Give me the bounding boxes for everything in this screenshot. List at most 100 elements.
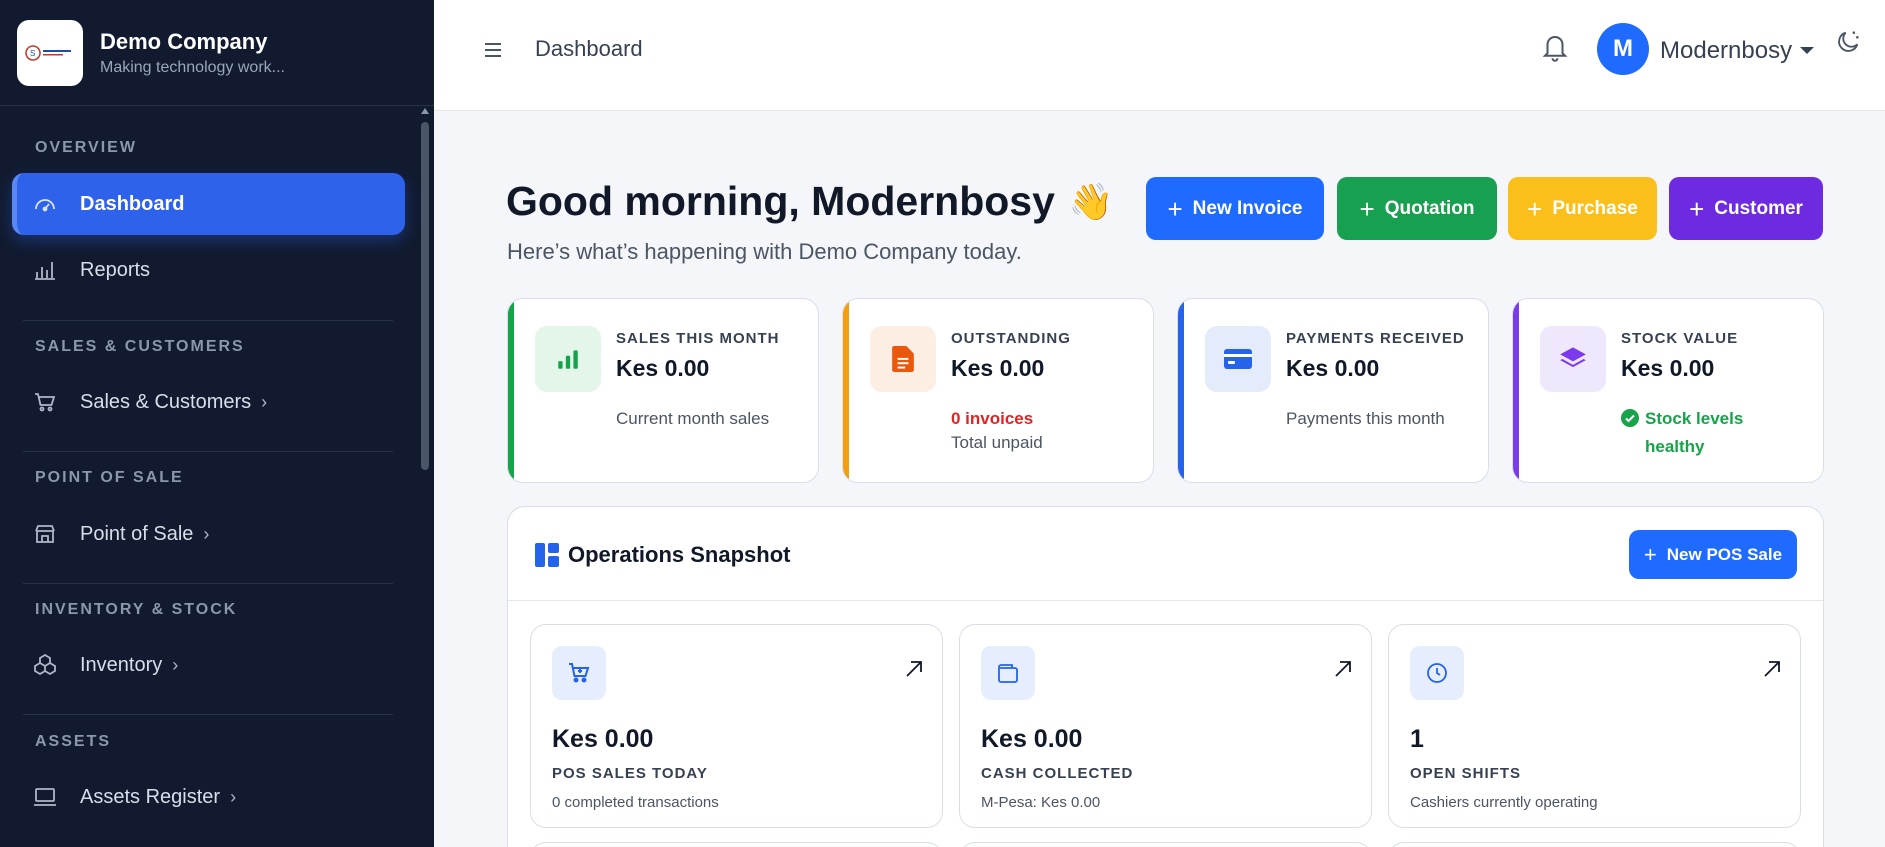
ops-value: Kes 0.00 [552,725,654,753]
clock-icon [1410,646,1464,700]
ops-subtext: 0 completed transactions [552,794,719,811]
new-invoice-button[interactable]: + New Invoice [1146,177,1324,240]
page-title: Dashboard [535,36,643,61]
scroll-up-arrow[interactable] [421,108,429,114]
chevron-right-icon: › [261,391,268,412]
stat-subtext: Current month sales [616,409,770,428]
accent-bar [1178,299,1184,482]
top-header: Dashboard M Modernbosy [434,0,1885,111]
ops-card-partial [530,842,943,847]
stat-label: SALES THIS MONTH [616,330,780,347]
sidebar-item-point-of-sale[interactable]: Point of Sale › [12,503,405,565]
username[interactable]: Modernbosy [1660,37,1792,65]
ops-card-open-shifts[interactable]: 1 OPEN SHIFTS Cashiers currently operati… [1388,624,1801,828]
company-name: Demo Company [100,28,268,54]
nav-divider [23,583,393,584]
shop-icon [32,521,58,547]
ops-value: 1 [1410,725,1424,753]
greeting: Good morning, Modernbosy 👋 [506,178,1114,225]
bar-chart-icon [32,257,58,283]
ops-label: POS SALES TODAY [552,765,708,782]
wave-icon: 👋 [1068,180,1114,222]
cart-icon [32,389,58,415]
arrow-up-right-icon[interactable] [904,659,924,684]
chevron-right-icon: › [172,654,179,675]
ops-label: OPEN SHIFTS [1410,765,1522,782]
sidebar: S Demo Company Making technology work...… [0,0,434,847]
accent-bar [843,299,849,482]
bar-chart-icon [535,326,601,392]
chevron-right-icon: › [230,786,237,807]
nav-divider [23,714,393,715]
operations-snapshot: Operations Snapshot + New POS Sale Kes 0… [507,506,1824,847]
stat-subtext: Total unpaid [951,433,1043,452]
section-title-pos: POINT OF SALE [35,469,184,486]
section-title-inventory: INVENTORY & STOCK [35,601,238,618]
new-pos-sale-button[interactable]: + New POS Sale [1629,530,1797,579]
layers-icon [1540,326,1606,392]
ops-subtext: Cashiers currently operating [1410,794,1598,811]
plus-icon: + [1527,193,1543,224]
moon-icon[interactable] [1834,28,1862,61]
ops-card-cash-collected[interactable]: Kes 0.00 CASH COLLECTED M-Pesa: Kes 0.00 [959,624,1372,828]
bell-icon[interactable] [1540,30,1570,69]
stat-card-sales[interactable]: SALES THIS MONTH Kes 0.00 Current month … [507,298,819,483]
gauge-icon [32,191,58,217]
plus-icon: + [1359,193,1375,224]
stat-label: OUTSTANDING [951,330,1071,347]
menu-toggle-icon[interactable] [481,38,505,62]
stat-label: PAYMENTS RECEIVED [1286,330,1465,347]
cart-icon [552,646,606,700]
section-title-assets: ASSETS [35,733,112,750]
subgreeting: Here’s what’s happening with Demo Compan… [507,239,1022,264]
operations-title: Operations Snapshot [568,542,791,567]
stat-card-stock[interactable]: STOCK VALUE Kes 0.00 Stock levels health… [1512,298,1824,483]
section-title-overview: OVERVIEW [35,139,137,156]
stat-card-outstanding[interactable]: OUTSTANDING Kes 0.00 0 invoices Total un… [842,298,1154,483]
chevron-right-icon: › [203,523,210,544]
section-title-sales: SALES & CUSTOMERS [35,338,245,355]
sidebar-item-label: Assets Register [80,785,221,808]
stat-card-payments[interactable]: PAYMENTS RECEIVED Kes 0.00 Payments this… [1177,298,1489,483]
stat-value: Kes 0.00 [951,355,1045,381]
arrow-up-right-icon[interactable] [1762,659,1782,684]
arrow-up-right-icon[interactable] [1333,659,1353,684]
stat-subtext: Payments this month [1286,409,1445,428]
stat-value: Kes 0.00 [1286,355,1380,381]
nav-divider [23,320,393,321]
credit-card-icon [1205,326,1271,392]
button-label: Purchase [1552,197,1638,219]
check-circle-icon [1621,408,1639,436]
ops-card-partial [1388,842,1801,847]
boxes-icon [32,652,58,678]
operations-header: Operations Snapshot + New POS Sale [508,507,1823,601]
sidebar-item-reports[interactable]: Reports [12,239,405,301]
avatar[interactable]: M [1597,23,1649,75]
greeting-text: Good morning, Modernbosy [506,178,1055,224]
button-label: Quotation [1384,197,1475,219]
ops-label: CASH COLLECTED [981,765,1134,782]
chevron-down-icon[interactable] [1800,47,1814,54]
sidebar-item-inventory[interactable]: Inventory › [12,634,405,696]
sidebar-item-sales-customers[interactable]: Sales & Customers › [12,371,405,433]
ops-value: Kes 0.00 [981,725,1083,753]
purchase-button[interactable]: + Purchase [1508,177,1657,240]
stat-value: Kes 0.00 [1621,355,1715,381]
brand[interactable]: S Demo Company Making technology work... [0,0,434,106]
sidebar-item-dashboard[interactable]: Dashboard [12,173,405,235]
stat-ok: Stock levels healthy [1621,405,1801,461]
ops-subtext: M-Pesa: Kes 0.00 [981,794,1101,811]
sidebar-scrollbar[interactable] [421,122,429,470]
plus-icon: + [1689,193,1705,224]
quotation-button[interactable]: + Quotation [1337,177,1497,240]
ops-card-pos-sales[interactable]: Kes 0.00 POS SALES TODAY 0 completed tra… [530,624,943,828]
nav-divider [23,451,393,452]
sidebar-item-label: Point of Sale [80,522,194,545]
button-label: Customer [1714,197,1803,219]
plus-icon: + [1167,193,1183,224]
stat-alert: 0 invoices [951,409,1034,428]
button-label: New Invoice [1192,197,1303,219]
customer-button[interactable]: + Customer [1669,177,1823,240]
accent-bar [508,299,514,482]
sidebar-item-assets-register[interactable]: Assets Register › [12,766,405,828]
